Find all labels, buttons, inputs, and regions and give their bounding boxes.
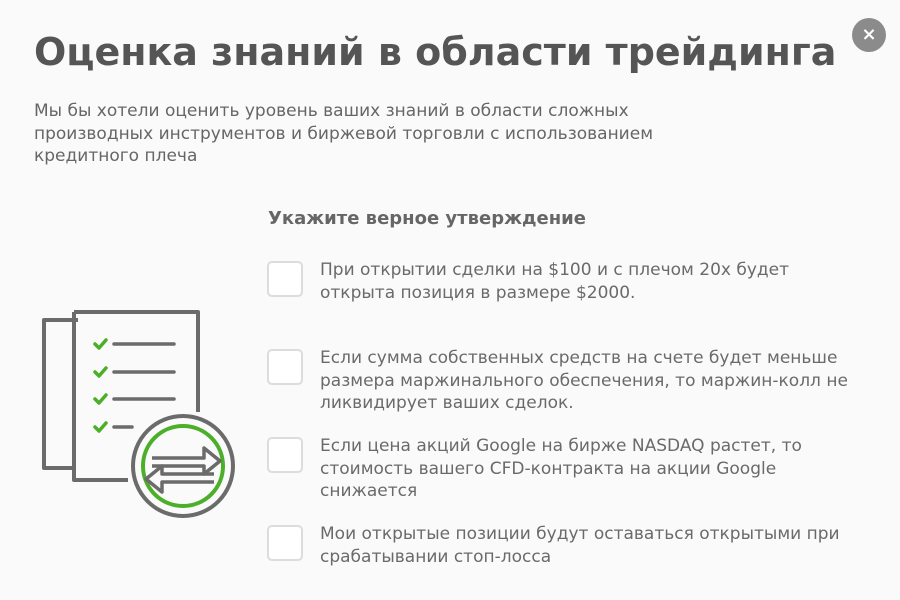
answer-label[interactable]: Если цена акций Google на бирже NASDAQ р… (320, 435, 850, 503)
close-button[interactable]: × (852, 18, 886, 52)
close-icon[interactable]: × (861, 26, 876, 44)
answer-checkbox[interactable] (267, 525, 303, 561)
question-label: Укажите верное утверждение (268, 208, 586, 229)
modal-title: Оценка знаний в области трейдинга (34, 30, 837, 74)
answer-option[interactable]: При открытии сделки на $100 и с плечом 2… (267, 259, 867, 304)
answer-label[interactable]: Мои открытые позиции будут оставаться от… (320, 523, 850, 568)
answer-checkbox[interactable] (267, 349, 303, 385)
trading-knowledge-modal: × Оценка знаний в области трейдинга Мы б… (0, 0, 900, 600)
answer-label[interactable]: Если сумма собственных средств на счете … (320, 347, 850, 415)
intro-text: Мы бы хотели оценить уровень ваших знани… (34, 101, 654, 166)
answer-option[interactable]: Мои открытые позиции будут оставаться от… (267, 523, 867, 568)
checklist-exchange-icon (42, 310, 235, 518)
answer-checkbox[interactable] (267, 437, 303, 473)
answer-checkbox[interactable] (267, 261, 303, 297)
answer-option[interactable]: Если сумма собственных средств на счете … (267, 347, 867, 415)
answer-option[interactable]: Если цена акций Google на бирже NASDAQ р… (267, 435, 867, 503)
answer-label[interactable]: При открытии сделки на $100 и с плечом 2… (320, 259, 850, 304)
